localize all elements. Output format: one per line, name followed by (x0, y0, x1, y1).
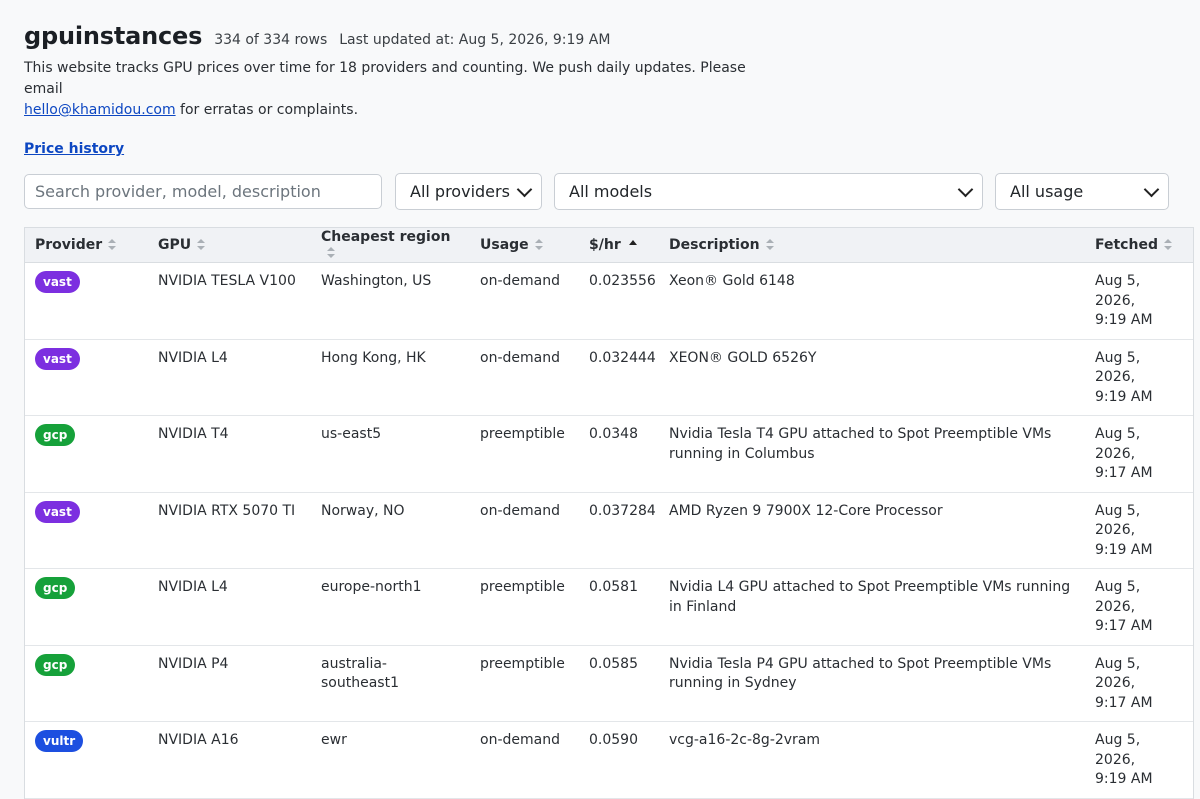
usage-select[interactable]: All usage (995, 173, 1169, 210)
chevron-down-icon (516, 181, 533, 197)
description-cell: Nvidia Tesla T4 GPU attached to Spot Pre… (659, 415, 1085, 493)
usage-select-value: All usage (1010, 182, 1084, 201)
table-row: vultr NVIDIA A16 ewr on-demand 0.0590 vc… (25, 721, 1193, 799)
page-title: gpuinstances (24, 22, 203, 50)
chevron-down-icon (957, 181, 974, 197)
header: gpuinstances 334 of 334 rows Last update… (24, 22, 1176, 50)
table-row: vast NVIDIA RTX 5070 TI Norway, NO on-de… (25, 492, 1193, 569)
fetched-cell: Aug 5, 2026, 9:19 AM (1085, 262, 1193, 340)
fetched-cell: Aug 5, 2026, 9:19 AM (1085, 492, 1193, 569)
column-header-provider[interactable]: Provider (25, 228, 148, 263)
fetched-cell: Aug 5, 2026, 9:19 AM (1085, 721, 1193, 799)
provider-badge: vast (35, 500, 80, 523)
gpu-cell: NVIDIA P4 (148, 645, 311, 722)
table-row: vast NVIDIA L4 Hong Kong, HK on-demand 0… (25, 339, 1193, 416)
usage-cell: on-demand (470, 492, 579, 569)
row-count: 334 of 334 rows (214, 32, 328, 48)
fetched-cell: Aug 5, 2026, 9:17 AM (1085, 568, 1193, 646)
sort-icon (108, 239, 117, 251)
region-cell: ewr (311, 721, 470, 799)
model-select-value: All models (569, 182, 653, 201)
table-row: vast NVIDIA TESLA V100 Washington, US on… (25, 262, 1193, 340)
usage-cell: on-demand (470, 339, 579, 416)
sort-icon (765, 239, 774, 251)
provider-badge: vultr (35, 730, 84, 752)
description-cell: Nvidia Tesla P4 GPU attached to Spot Pre… (659, 645, 1085, 722)
sort-icon (534, 239, 543, 251)
sort-ascending-icon (628, 239, 637, 245)
region-cell: Hong Kong, HK (311, 339, 470, 416)
price-history-link[interactable]: Price history (24, 141, 124, 157)
last-updated: Last updated at: Aug 5, 2026, 9:19 AM (339, 32, 611, 48)
gpu-cell: NVIDIA T4 (148, 415, 311, 493)
description-cell: XEON® GOLD 6526Y (659, 339, 1085, 416)
provider-select[interactable]: All providers (395, 173, 542, 210)
provider-badge: vast (35, 271, 80, 293)
column-header-usage[interactable]: Usage (470, 228, 579, 263)
description-text: This website tracks GPU prices over time… (24, 60, 746, 97)
column-header-fetched[interactable]: Fetched (1085, 228, 1193, 263)
sort-icon (197, 239, 206, 251)
description-text-end: for erratas or complaints. (175, 102, 359, 118)
column-header-gpu[interactable]: GPU (148, 228, 311, 263)
price-cell: 0.037284 (579, 492, 659, 569)
usage-cell: preemptible (470, 415, 579, 493)
column-header-price[interactable]: $/hr (579, 228, 659, 263)
region-cell: europe-north1 (311, 568, 470, 646)
price-cell: 0.0590 (579, 721, 659, 799)
gpu-cell: NVIDIA A16 (148, 721, 311, 799)
region-cell: Norway, NO (311, 492, 470, 569)
gpu-cell: NVIDIA TESLA V100 (148, 262, 311, 340)
site-description: This website tracks GPU prices over time… (24, 58, 784, 121)
price-cell: 0.032444 (579, 339, 659, 416)
table-row: gcp NVIDIA T4 us-east5 preemptible 0.034… (25, 415, 1193, 493)
table-row: gcp NVIDIA L4 europe-north1 preemptible … (25, 568, 1193, 646)
chevron-down-icon (1143, 181, 1160, 197)
price-cell: 0.023556 (579, 262, 659, 340)
table-header-row: Provider GPU Cheapest region Usage $/hr … (25, 228, 1193, 263)
gpu-cell: NVIDIA L4 (148, 568, 311, 646)
sort-icon (327, 247, 335, 259)
column-header-region[interactable]: Cheapest region (311, 228, 470, 263)
usage-cell: on-demand (470, 262, 579, 340)
price-cell: 0.0348 (579, 415, 659, 493)
fetched-cell: Aug 5, 2026, 9:19 AM (1085, 339, 1193, 416)
search-input[interactable]: Search provider, model, description (24, 174, 382, 209)
fetched-cell: Aug 5, 2026, 9:17 AM (1085, 645, 1193, 722)
fetched-cell: Aug 5, 2026, 9:17 AM (1085, 415, 1193, 493)
gpu-cell: NVIDIA L4 (148, 339, 311, 416)
gpu-cell: NVIDIA RTX 5070 TI (148, 492, 311, 569)
page: gpuinstances 334 of 334 rows Last update… (0, 0, 1200, 799)
region-cell: us-east5 (311, 415, 470, 493)
provider-badge: vast (35, 347, 80, 370)
usage-cell: on-demand (470, 721, 579, 799)
usage-cell: preemptible (470, 568, 579, 646)
email-link[interactable]: hello@khamidou.com (24, 102, 176, 118)
description-cell: AMD Ryzen 9 7900X 12-Core Processor (659, 492, 1085, 569)
usage-cell: preemptible (470, 645, 579, 722)
provider-select-value: All providers (410, 182, 510, 201)
region-cell: australia-southeast1 (311, 645, 470, 722)
provider-badge: gcp (35, 424, 76, 446)
provider-badge: gcp (35, 653, 76, 676)
description-cell: vcg-a16-2c-8g-2vram (659, 721, 1085, 799)
description-cell: Nvidia L4 GPU attached to Spot Preemptib… (659, 568, 1085, 646)
column-header-description[interactable]: Description (659, 228, 1085, 263)
provider-badge: gcp (35, 577, 76, 599)
region-cell: Washington, US (311, 262, 470, 340)
model-select[interactable]: All models (554, 173, 983, 210)
price-cell: 0.0585 (579, 645, 659, 722)
filter-bar: Search provider, model, description All … (24, 173, 1176, 210)
sort-icon (1163, 239, 1172, 251)
price-cell: 0.0581 (579, 568, 659, 646)
table-row: gcp NVIDIA P4 australia-southeast1 preem… (25, 645, 1193, 722)
search-placeholder: Search provider, model, description (35, 182, 321, 201)
description-cell: Xeon® Gold 6148 (659, 262, 1085, 340)
instances-table: Provider GPU Cheapest region Usage $/hr … (24, 227, 1194, 799)
